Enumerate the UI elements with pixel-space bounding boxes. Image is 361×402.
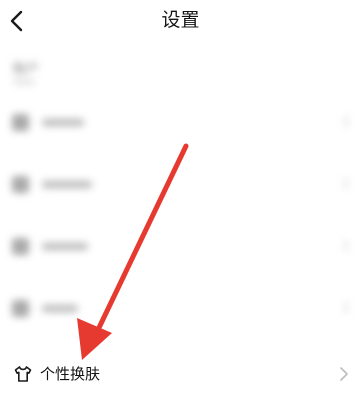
blurred-label	[42, 305, 78, 312]
chevron-right-icon	[339, 302, 347, 313]
section-subtitle	[13, 80, 35, 84]
blurred-icon	[12, 300, 29, 317]
blurred-row[interactable]	[0, 104, 361, 144]
blurred-row[interactable]	[0, 166, 361, 206]
settings-item-skin[interactable]: 个性换肤	[0, 356, 361, 392]
settings-screen: 设置 账户 个性换肤	[0, 0, 361, 402]
chevron-right-icon	[339, 178, 347, 189]
blurred-icon	[12, 238, 29, 255]
blurred-row[interactable]	[0, 228, 361, 268]
chevron-right-icon	[339, 116, 347, 127]
header: 设置	[0, 0, 361, 44]
blurred-icon	[12, 176, 29, 193]
blurred-label	[42, 181, 92, 188]
settings-item-label: 个性换肤	[40, 365, 101, 383]
chevron-right-icon	[339, 240, 347, 251]
blurred-label	[42, 243, 88, 250]
section-title: 账户	[13, 62, 40, 77]
blurred-settings-list: 账户	[0, 46, 361, 346]
blurred-row[interactable]	[0, 290, 361, 330]
page-title: 设置	[161, 9, 200, 31]
blurred-icon	[12, 114, 29, 131]
chevron-right-icon	[340, 367, 348, 381]
blurred-label	[42, 119, 84, 126]
shirt-icon	[14, 366, 32, 382]
